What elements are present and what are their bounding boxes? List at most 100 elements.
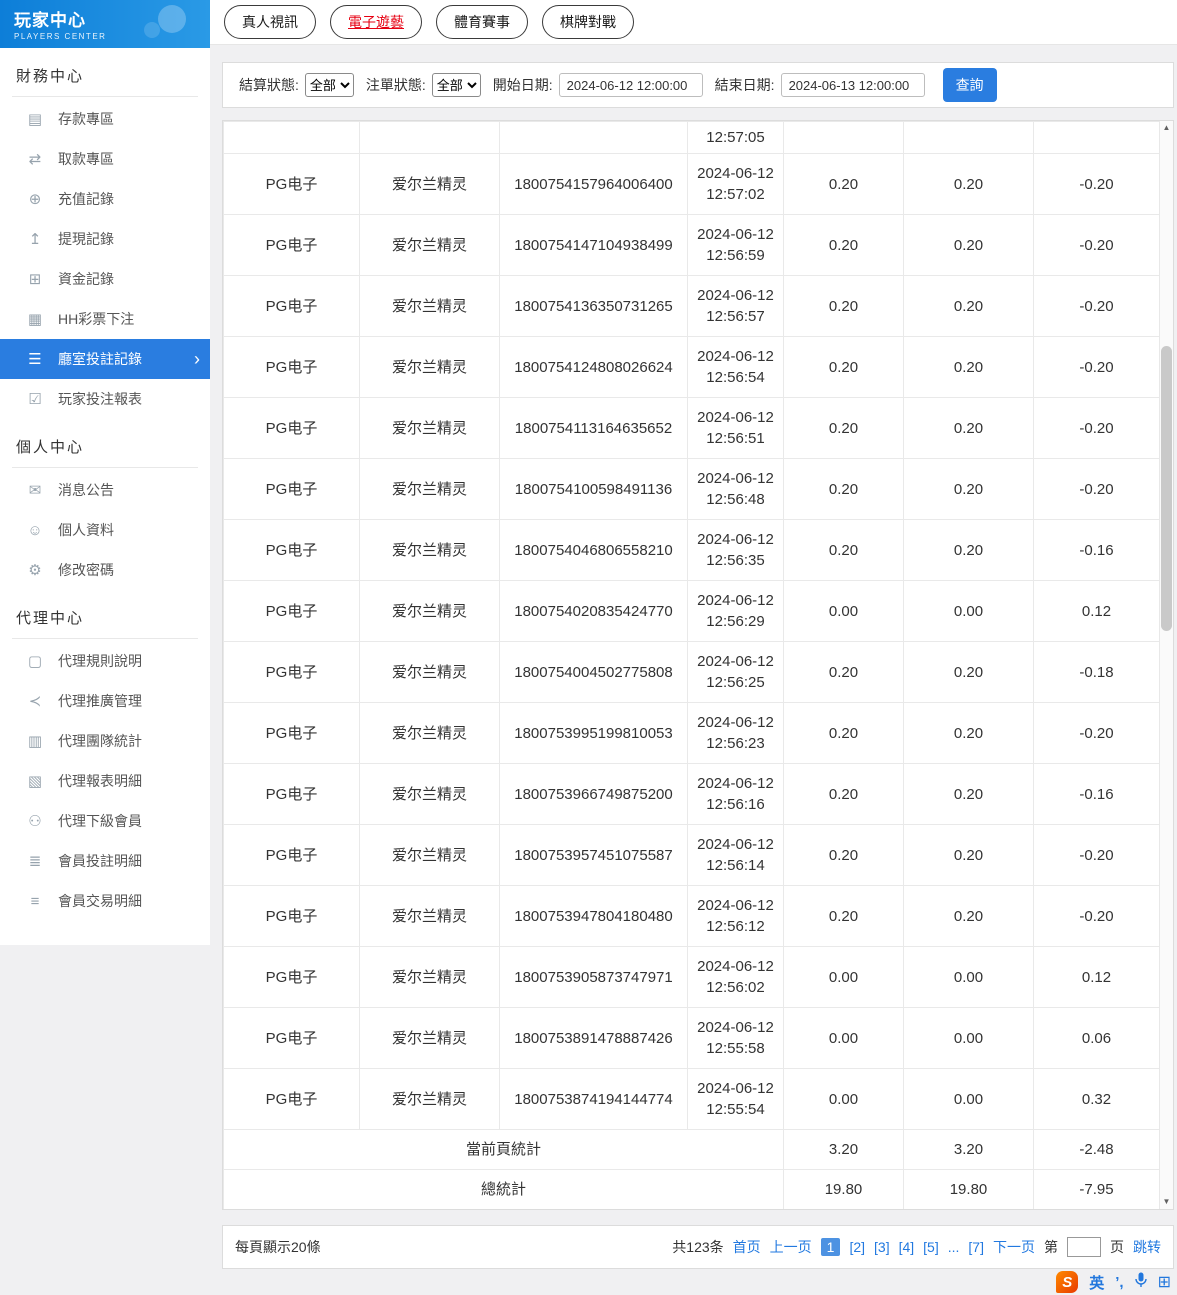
order-status-select[interactable]: 全部 [431,73,481,97]
page-3[interactable]: [3] [874,1239,890,1255]
summary-row: 當前頁統計 3.20 3.20 -2.48 [223,1129,1160,1170]
scroll-down-icon[interactable]: ▼ [1160,1195,1173,1209]
ime-punctuation-toggle[interactable]: ’, [1115,1274,1123,1291]
sidebar-item[interactable]: ⊕ 充值記錄 [0,179,210,219]
sidebar-item[interactable]: ≣ 會員投註明細 [0,841,210,881]
cell-profit: -0.20 [1033,824,1160,886]
pager: 共123条 首页 上一页 1 [2] [3] [4] [5]... [7] 下一页第 页跳转 [672,1237,1161,1257]
page-5[interactable]: [5] [923,1239,939,1255]
time-text: 12:56:59 [706,247,765,264]
cell-datetime: 2024-06-12 12:56:16 [687,763,784,825]
cell-order-id: 1800753905873747971 [499,946,688,1008]
summary-valid-bet: 3.20 [903,1129,1034,1170]
sidebar-item[interactable]: ≡ 會員交易明細 [0,881,210,921]
time-text: 12:55:58 [706,1040,765,1057]
sidebar-item[interactable]: ▥ 代理團隊統計 [0,721,210,761]
cell-game: 爱尔兰精灵 [359,214,500,276]
cell-order-id: 1800754020835424770 [499,580,688,642]
sidebar-item[interactable]: ⇄ 取款專區 [0,139,210,179]
date-text: 2024-06-12 [697,958,774,975]
page-7[interactable]: [7] [968,1239,984,1255]
cell-platform: PG电子 [223,458,360,520]
time-text: 12:55:54 [706,1101,765,1118]
sidebar-item[interactable]: ↥ 提現記錄 [0,219,210,259]
team-stats-icon: ▥ [27,733,43,750]
cell-bet: 0.00 [783,1007,904,1069]
deposit-icon: ▤ [27,111,43,128]
rules-doc-icon: ▢ [27,653,43,670]
date-text: 2024-06-12 [697,409,774,426]
sidebar-item-label: 代理團隊統計 [58,733,142,749]
tab-3[interactable]: 體育賽事 [436,5,528,39]
date-text: 2024-06-12 [697,287,774,304]
table-row: PG电子 爱尔兰精灵 1800754100598491136 2024-06-12 12… [223,458,1160,520]
end-date-input[interactable] [780,73,925,97]
sidebar-item[interactable]: ☑ 玩家投注報表 [0,379,210,419]
cell-profit: -0.20 [1033,702,1160,764]
sidebar-item[interactable]: ✉ 消息公告 [0,470,210,510]
settle-status-select[interactable]: 全部 [304,73,354,97]
sidebar-item[interactable]: ▦ HH彩票下注 [0,299,210,339]
cell-order-id: 1800753995199810053 [499,702,688,764]
sidebar-item-label: 個人資料 [58,522,114,538]
sidebar-item[interactable]: ▢ 代理規則說明 [0,641,210,681]
table-row: PG电子 爱尔兰精灵 1800753957451075587 2024-06-12 12… [223,824,1160,886]
jump-page-input[interactable] [1067,1237,1101,1257]
first-page-link[interactable]: 首页 [733,1237,761,1257]
jump-prefix: 第 [1044,1239,1058,1255]
page-ellipsis: ... [947,1239,960,1255]
date-text: 2024-06-12 [697,1080,774,1097]
sidebar-item[interactable]: ☺ 個人資料 [0,510,210,550]
jump-button[interactable]: 跳转 [1133,1237,1161,1257]
start-date-input[interactable] [558,73,703,97]
date-text: 2024-06-12 [697,531,774,548]
vertical-scrollbar[interactable]: ▲ ▼ [1159,121,1173,1209]
table-row: PG电子 爱尔兰精灵 1800754113164635652 2024-06-12 12… [223,397,1160,459]
withdraw-icon: ⇄ [28,151,42,168]
password-gear-icon: ⚙ [28,562,42,579]
tab-1[interactable]: 真人視訊 [224,5,316,39]
date-text: 2024-06-12 [697,714,774,731]
ime-language-toggle[interactable]: 英 [1089,1272,1104,1293]
search-button[interactable]: 查詢 [942,68,997,102]
sidebar-item[interactable]: ▤ 存款專區 [0,99,210,139]
sidebar-item[interactable]: ⊞ 資金記錄 [0,259,210,299]
ime-toolbar: S 英 ’, ⊞ [1056,1271,1171,1293]
main-content: 真人視訊 電子遊藝 體育賽事 棋牌對戰 結算狀態: 全部 注單狀態: 全部 開始日期:… [210,0,1177,1269]
prev-page-link[interactable]: 上一页 [770,1237,812,1257]
summary-profit: -2.48 [1033,1129,1160,1170]
scrollbar-thumb[interactable] [1161,346,1172,631]
tab-2[interactable]: 電子遊藝 [330,5,422,39]
scroll-up-icon[interactable]: ▲ [1160,121,1173,135]
cell-valid-bet: 0.20 [903,275,1034,337]
page-size-text: 每頁顯示20條 [235,1239,321,1255]
sidebar-item[interactable]: ▧ 代理報表明細 [0,761,210,801]
cell-order-id: 1800754147104938499 [499,214,688,276]
cell-bet: 0.20 [783,214,904,276]
cell-order-id: 1800754124808026624 [499,336,688,398]
ime-toolbox-icon[interactable]: ⊞ [1158,1272,1171,1292]
sidebar-item[interactable]: ≺ 代理推廣管理 [0,681,210,721]
page-4[interactable]: [4] [899,1239,915,1255]
page-1[interactable]: 1 [820,1238,841,1256]
cell-order-id: 1800754046806558210 [499,519,688,581]
time-text: 12:56:16 [706,796,765,813]
sidebar-item[interactable]: ☰ 廳室投註記錄 › [0,339,210,379]
cell-order-id: 1800753891478887426 [499,1007,688,1069]
date-text: 2024-06-12 [697,653,774,670]
cell-valid-bet: 0.20 [903,397,1034,459]
sidebar-item[interactable]: ⚇ 代理下級會員 [0,801,210,841]
page-2[interactable]: [2] [849,1239,865,1255]
next-page-link[interactable]: 下一页 [993,1237,1035,1257]
tab-4[interactable]: 棋牌對戰 [542,5,634,39]
sogou-ime-icon[interactable]: S [1056,1271,1079,1293]
sidebar-header: 玩家中心 PLAYERS CENTER [0,0,210,48]
total-count: 共123条 [672,1239,724,1255]
cell-bet: 0.20 [783,641,904,703]
sidebar-item[interactable]: ⚙ 修改密碼 [0,550,210,590]
summary-label: 總統計 [223,1169,784,1209]
start-date-label: 開始日期: [492,77,553,93]
table-row: PG电子 爱尔兰精灵 1800753905873747971 2024-06-12 12… [223,946,1160,1008]
microphone-icon[interactable] [1134,1272,1147,1292]
sidebar-section-title: 財務中心 [12,56,198,97]
